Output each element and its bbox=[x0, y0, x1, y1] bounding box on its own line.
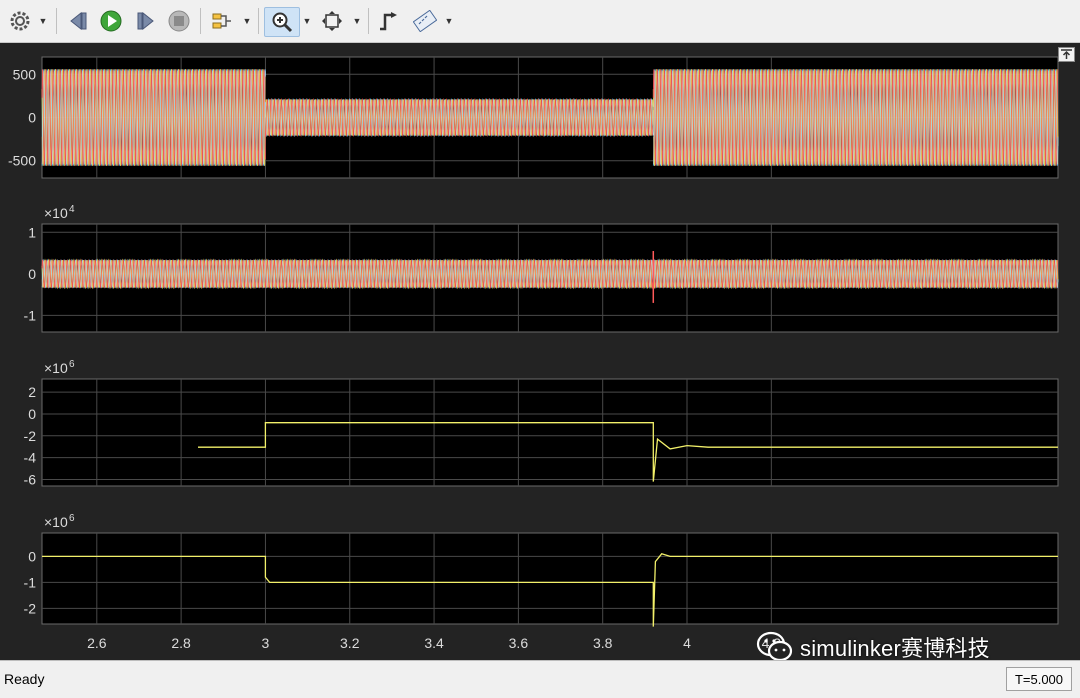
y-tick-label: -2 bbox=[24, 428, 37, 444]
y-tick-label: -500 bbox=[8, 153, 36, 169]
toolbar-separator bbox=[200, 8, 201, 34]
y-tick-label: 1 bbox=[28, 224, 36, 240]
y-tick-label: 2 bbox=[28, 384, 36, 400]
zoom-to-fit-icon[interactable] bbox=[318, 7, 346, 35]
status-text: Ready bbox=[4, 671, 45, 687]
stop-icon[interactable] bbox=[164, 7, 194, 35]
exponent-label: ×10 bbox=[44, 514, 68, 530]
run-icon[interactable] bbox=[96, 7, 126, 35]
y-tick-label: -6 bbox=[24, 471, 37, 487]
x-tick-label: 3.2 bbox=[340, 635, 360, 651]
exponent-power: 4 bbox=[69, 204, 75, 215]
exponent-power: 6 bbox=[69, 359, 75, 370]
y-tick-label: 0 bbox=[28, 548, 36, 564]
status-bar: Ready T=5.000 bbox=[0, 660, 1080, 698]
highlight-dropdown-icon[interactable]: ▼ bbox=[242, 7, 252, 35]
axes-3 bbox=[41, 378, 1059, 487]
watermark: simulinker赛博科技 bbox=[756, 630, 990, 664]
fit-dropdown-icon[interactable]: ▼ bbox=[352, 7, 362, 35]
settings-dropdown-icon[interactable]: ▼ bbox=[38, 7, 48, 35]
x-tick-label: 3.8 bbox=[593, 635, 613, 651]
exponent-power: 6 bbox=[69, 513, 75, 524]
toolbar-separator bbox=[368, 8, 369, 34]
x-tick-label: 4 bbox=[683, 635, 691, 651]
x-tick-label: 3.4 bbox=[424, 635, 444, 651]
y-tick-label: 0 bbox=[28, 406, 36, 422]
toolbar-separator bbox=[56, 8, 57, 34]
exponent-label: ×10 bbox=[44, 205, 68, 221]
x-tick-label: 3.6 bbox=[509, 635, 529, 651]
scope-plot-area: 500 0 -500 1 0 -1 ×10 4 2 0 -2 -4 -6 ×10 6 0 -1 -2 ×10 6 2.6… bbox=[0, 43, 1080, 660]
y-tick-label: 0 bbox=[28, 266, 36, 282]
step-back-icon[interactable] bbox=[64, 7, 94, 35]
wechat-icon bbox=[756, 631, 793, 662]
undock-icon[interactable] bbox=[1058, 47, 1075, 62]
highlight-signal-icon[interactable] bbox=[208, 7, 236, 35]
toolbar: ▼ ▼ ▼ ▼ ▼ bbox=[0, 0, 1080, 43]
toolbar-separator bbox=[258, 8, 259, 34]
y-tick-label: -2 bbox=[24, 600, 37, 616]
y-tick-label: -1 bbox=[24, 574, 37, 590]
y-tick-label: 500 bbox=[13, 66, 37, 82]
watermark-text: simulinker赛博科技 bbox=[800, 636, 990, 661]
trigger-icon[interactable] bbox=[374, 7, 402, 35]
cursor-measure-icon[interactable] bbox=[410, 7, 440, 35]
y-tick-label: 0 bbox=[28, 110, 36, 126]
step-forward-icon[interactable] bbox=[130, 7, 160, 35]
zoom-dropdown-icon[interactable]: ▼ bbox=[302, 7, 312, 35]
scope-plots[interactable]: 5000-50010-1×10 420-2-4-6×10 60-1-2×10 62.6… bbox=[0, 43, 1080, 660]
exponent-label: ×10 bbox=[44, 360, 68, 376]
simulation-time: T=5.000 bbox=[1006, 667, 1072, 691]
x-tick-label: 2.6 bbox=[87, 635, 107, 651]
axes-4 bbox=[41, 532, 1059, 625]
zoom-in-icon[interactable] bbox=[264, 7, 300, 37]
y-tick-label: -4 bbox=[24, 450, 37, 466]
settings-gear-icon[interactable] bbox=[6, 7, 34, 35]
measure-dropdown-icon[interactable]: ▼ bbox=[444, 7, 454, 35]
y-tick-label: -1 bbox=[24, 307, 37, 323]
x-tick-label: 3 bbox=[262, 635, 270, 651]
x-tick-label: 2.8 bbox=[171, 635, 191, 651]
